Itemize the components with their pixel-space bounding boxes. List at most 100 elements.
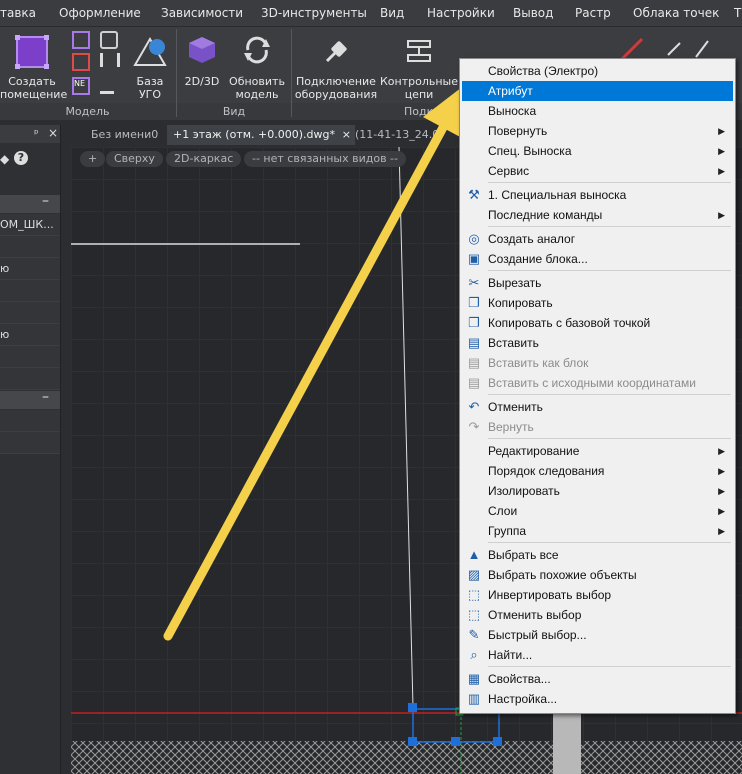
help-icon[interactable]: ? <box>14 151 28 165</box>
menu-separator <box>488 438 731 439</box>
menu-item[interactable]: ▤ Вставить как блок <box>462 353 733 373</box>
sort-icon[interactable]: ◆ <box>0 152 9 166</box>
panel-row[interactable] <box>0 368 60 390</box>
tool-icon-1[interactable] <box>72 31 90 49</box>
submenu-arrow-icon: ▶ <box>718 446 725 456</box>
menu-item[interactable]: Свойства (Электро) <box>462 61 733 81</box>
panel-row[interactable]: ОМ_ШК... <box>0 214 60 236</box>
menu-item[interactable]: ↷ Вернуть <box>462 417 733 437</box>
menu-view[interactable]: Вид <box>380 6 404 20</box>
ugo-base-icon <box>133 36 167 66</box>
menu-item-label: Выноска <box>488 104 537 118</box>
menu-insert[interactable]: тавка <box>0 6 36 20</box>
panel-section[interactable]: – <box>0 389 60 409</box>
menu-item[interactable]: ▲ Выбрать все <box>462 545 733 565</box>
menu-item[interactable]: ⬚ Отменить выбор <box>462 605 733 625</box>
menu-item[interactable]: ↶ Отменить <box>462 397 733 417</box>
menu-item[interactable]: ▦ Свойства... <box>462 669 733 689</box>
menu-item[interactable]: Выноска <box>462 101 733 121</box>
tool-icon-5[interactable]: NE <box>72 77 90 95</box>
panel-section[interactable]: – <box>0 193 60 213</box>
tab-floor-1[interactable]: +1 этаж (отм. +0.000).dwg* × <box>167 125 355 145</box>
tool-icon-4[interactable] <box>100 53 120 67</box>
menu-separator <box>488 182 731 183</box>
menu-item-label: Свойства (Электро) <box>488 64 599 78</box>
create-room-button[interactable]: Создать помещение <box>0 31 67 101</box>
menu-item[interactable]: Последние команды ▶ <box>462 205 733 225</box>
menu-3d-tools[interactable]: 3D-инструменты <box>261 6 367 20</box>
menu-item[interactable]: ▤ Вставить <box>462 333 733 353</box>
pin-icon[interactable]: ᵖ <box>34 127 39 140</box>
panel-row[interactable] <box>0 302 60 324</box>
view-direction-button[interactable]: Сверху <box>106 151 163 167</box>
close-icon[interactable]: × <box>48 126 58 140</box>
panel-row-value: ю <box>0 262 10 275</box>
panel-row[interactable] <box>0 236 60 258</box>
panel-row[interactable] <box>0 346 60 368</box>
menu-item[interactable]: Группа ▶ <box>462 521 733 541</box>
collapse-icon[interactable]: – <box>42 389 49 405</box>
paste-icon: ▤ <box>467 335 481 350</box>
panel-row[interactable] <box>0 280 60 302</box>
menu-item-label: Слои <box>488 504 518 518</box>
menu-item[interactable]: Сервис ▶ <box>462 161 733 181</box>
menu-point-clouds[interactable]: Облака точек <box>633 6 719 20</box>
properties-panel: ᵖ × ◆ ? – ОМ_ШК... ю ю – <box>0 125 61 774</box>
menu-item-label: Вернуть <box>488 420 534 434</box>
tool-icon-3[interactable] <box>72 53 90 71</box>
panel-row[interactable]: ю <box>0 258 60 280</box>
panel-row[interactable]: ю <box>0 324 60 346</box>
menu-item[interactable]: ❐ Копировать с базовой точкой <box>462 313 733 333</box>
tab-other[interactable]: (11-41-13_24.0 <box>349 125 445 145</box>
submenu-arrow-icon: ▶ <box>718 166 725 176</box>
menu-raster[interactable]: Растр <box>575 6 611 20</box>
menu-item[interactable]: ⬚ Инвертировать выбор <box>462 585 733 605</box>
menu-dependencies[interactable]: Зависимости <box>161 6 243 20</box>
visual-style-button[interactable]: 2D-каркас <box>166 151 242 167</box>
menu-item[interactable]: ▨ Выбрать похожие объекты <box>462 565 733 585</box>
menu-item[interactable]: Слои ▶ <box>462 501 733 521</box>
collapse-icon[interactable]: – <box>42 193 49 209</box>
menu-item[interactable]: ⚒ 1. Специальная выноска <box>462 185 733 205</box>
connect-equipment-button[interactable]: Подключение оборудования <box>294 31 378 101</box>
menu-item[interactable]: ❐ Копировать <box>462 293 733 313</box>
tool-icon-2[interactable] <box>100 31 118 49</box>
menu-item[interactable]: ▣ Создание блока... <box>462 249 733 269</box>
control-circuits-button[interactable]: Контрольные цепи <box>380 31 458 101</box>
update-model-button[interactable]: Обновить модель <box>226 31 288 101</box>
menu-output[interactable]: Вывод <box>513 6 553 20</box>
menu-item-label: 1. Специальная выноска <box>488 188 627 202</box>
menu-item[interactable]: Изолировать ▶ <box>462 481 733 501</box>
menu-item-label: Порядок следования <box>488 464 605 478</box>
menu-more[interactable]: Т <box>734 6 741 20</box>
viewport-plus-button[interactable]: + <box>80 151 106 167</box>
menu-item[interactable]: Атрибут <box>462 81 733 101</box>
panel-toolbar: ◆ ? <box>0 149 60 171</box>
linked-views-button[interactable]: -- нет связанных видов -- <box>244 151 406 167</box>
menu-item[interactable]: ✂ Вырезать <box>462 273 733 293</box>
small-tool-grid: NE <box>72 31 122 97</box>
tool-icon-6[interactable] <box>100 77 114 94</box>
ugo-base-button[interactable]: База УГО <box>128 31 172 101</box>
panel-row[interactable] <box>0 410 60 432</box>
menu-settings[interactable]: Настройки <box>427 6 495 20</box>
menu-item[interactable]: ◎ Создать аналог <box>462 229 733 249</box>
menu-item[interactable]: ⌕ Найти... <box>462 645 733 665</box>
menu-item-label: Копировать <box>488 296 553 310</box>
menu-item[interactable]: Редактирование ▶ <box>462 441 733 461</box>
block-icon: ▣ <box>467 251 481 266</box>
menu-item[interactable]: ▤ Вставить с исходными координатами <box>462 373 733 393</box>
menu-design[interactable]: Оформление <box>59 6 141 20</box>
menu-separator <box>488 270 731 271</box>
tab-untitled[interactable]: Без имени0 <box>85 125 164 145</box>
menu-item-label: Свойства... <box>488 672 551 686</box>
menu-item[interactable]: Порядок следования ▶ <box>462 461 733 481</box>
menu-item[interactable]: Спец. Выноска ▶ <box>462 141 733 161</box>
menu-item[interactable]: ▥ Настройка... <box>462 689 733 709</box>
cube-icon <box>189 37 215 63</box>
2d3d-button[interactable]: 2D/3D <box>180 31 224 101</box>
menu-item-label: Быстрый выбор... <box>488 628 587 642</box>
panel-row[interactable] <box>0 432 60 454</box>
menu-item[interactable]: Повернуть ▶ <box>462 121 733 141</box>
menu-item[interactable]: ✎ Быстрый выбор... <box>462 625 733 645</box>
